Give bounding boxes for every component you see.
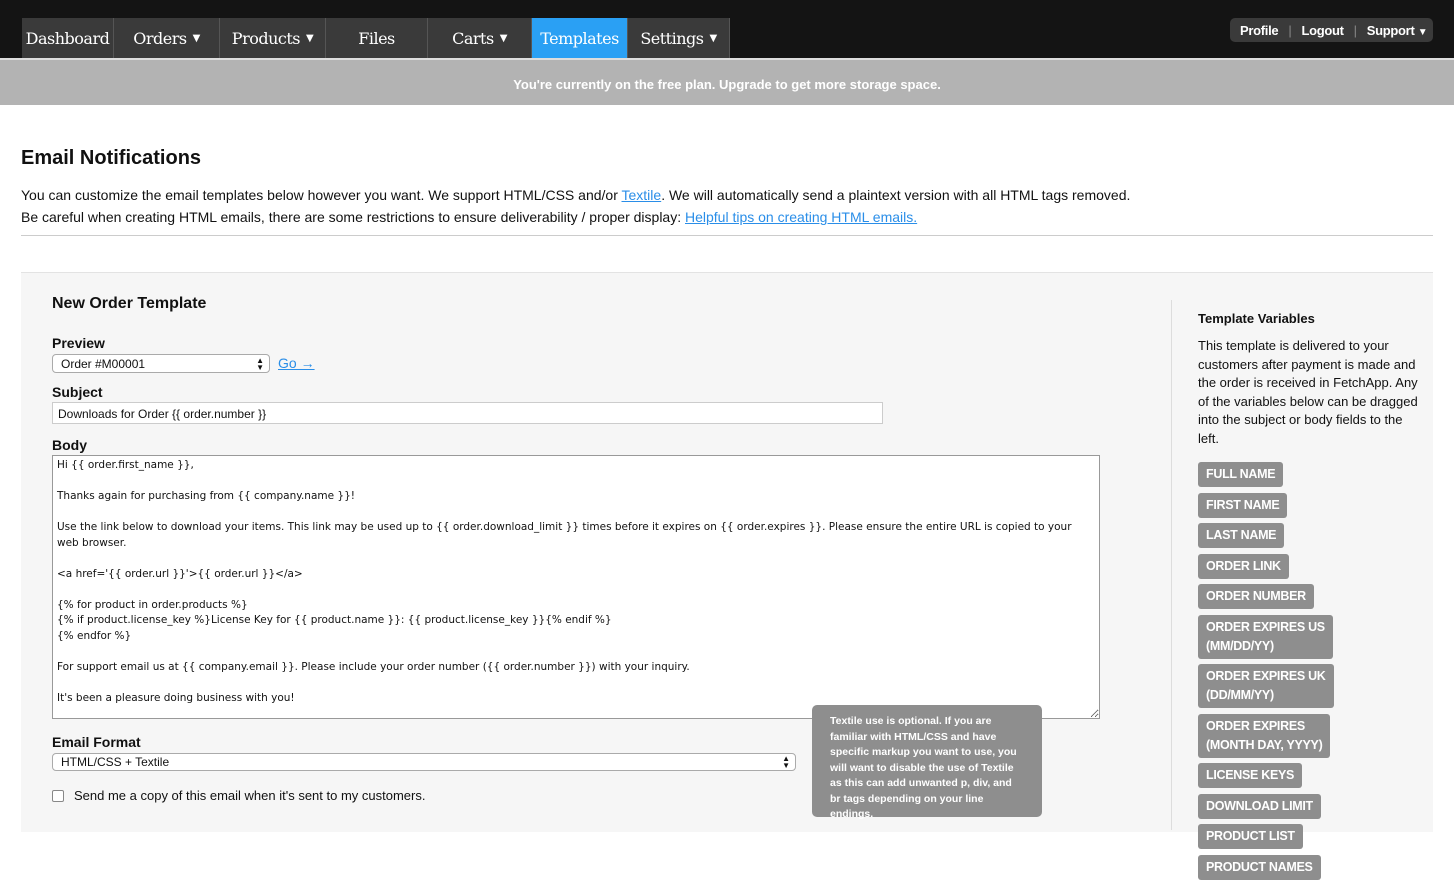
variable-chip[interactable]: DOWNLOAD LIMIT xyxy=(1198,794,1321,819)
subject-input[interactable]: Downloads for Order {{ order.number }} xyxy=(52,402,883,424)
top-navbar: Dashboard Orders ▼ Products ▼ Files Carts ▼ Temp… xyxy=(0,0,1454,58)
nav-tab-label: Files xyxy=(358,29,395,48)
page-title: Email Notifications xyxy=(21,147,201,170)
nav-tab-settings[interactable]: Settings ▼ xyxy=(628,18,730,58)
body-textarea[interactable]: Hi {{ order.first_name }}, Thanks again … xyxy=(52,455,1100,719)
nav-tab-dashboard[interactable]: Dashboard xyxy=(22,18,114,58)
preview-value: Order #M00001 xyxy=(61,357,145,371)
nav-tab-products[interactable]: Products ▼ xyxy=(220,18,326,58)
variable-chip[interactable]: ORDER EXPIRES UK (DD/MM/YY) xyxy=(1198,664,1334,708)
variable-chip[interactable]: ORDER LINK xyxy=(1198,554,1289,579)
nav-tab-label: Templates xyxy=(540,29,619,48)
body-label: Body xyxy=(52,437,87,453)
variable-chip[interactable]: FIRST NAME xyxy=(1198,493,1287,518)
divider xyxy=(21,235,1433,236)
nav-tab-label: Orders xyxy=(133,29,186,48)
preview-label: Preview xyxy=(52,335,105,351)
nav-tab-files[interactable]: Files xyxy=(326,18,428,58)
variable-chip[interactable]: FULL NAME xyxy=(1198,462,1283,487)
profile-link[interactable]: Profile xyxy=(1240,23,1278,38)
nav-tab-label: Settings xyxy=(640,29,703,48)
variable-chip[interactable]: ORDER NUMBER xyxy=(1198,584,1314,609)
separator: | xyxy=(1354,23,1357,38)
caret-down-icon: ▼ xyxy=(306,33,313,44)
nav-tab-label: Carts xyxy=(452,29,494,48)
textile-tooltip: Textile use is optional. If you are fami… xyxy=(812,705,1042,817)
intro-text-1b: . We will automatically send a plaintext… xyxy=(661,187,1130,203)
textile-link[interactable]: Textile xyxy=(622,187,662,203)
intro-text-1: You can customize the email templates be… xyxy=(21,187,622,203)
separator: | xyxy=(1288,23,1291,38)
caret-down-icon: ▼ xyxy=(193,33,200,44)
caret-down-icon: ▼ xyxy=(709,33,716,44)
template-title: New Order Template xyxy=(52,295,206,313)
intro-text: You can customize the email templates be… xyxy=(21,184,1130,228)
variable-chip[interactable]: ORDER EXPIRES (MONTH DAY, YYYY) xyxy=(1198,714,1330,758)
nav-tab-templates[interactable]: Templates xyxy=(532,18,628,58)
nav-tab-orders[interactable]: Orders ▼ xyxy=(114,18,220,58)
intro-text-2: Be careful when creating HTML emails, th… xyxy=(21,209,685,225)
variable-chip[interactable]: PRODUCT NAMES xyxy=(1198,855,1321,880)
select-arrows-icon: ▲▼ xyxy=(782,755,790,769)
preview-select[interactable]: Order #M00001 ▲▼ xyxy=(52,354,270,373)
email-format-value: HTML/CSS + Textile xyxy=(61,755,169,769)
html-tips-link[interactable]: Helpful tips on creating HTML emails. xyxy=(685,209,917,225)
nav-tab-label: Dashboard xyxy=(26,29,110,48)
variable-chip[interactable]: LAST NAME xyxy=(1198,523,1284,548)
subject-label: Subject xyxy=(52,384,103,400)
variable-chip[interactable]: ORDER EXPIRES US (MM/DD/YY) xyxy=(1198,615,1333,659)
support-label: Support xyxy=(1367,23,1415,38)
select-arrows-icon: ▲▼ xyxy=(256,357,264,371)
variable-list: FULL NAME FIRST NAME LAST NAME ORDER LINK OR… xyxy=(1198,462,1334,880)
logout-link[interactable]: Logout xyxy=(1301,23,1343,38)
send-copy-checkbox[interactable] xyxy=(52,790,64,802)
template-variables-title: Template Variables xyxy=(1198,311,1315,326)
caret-down-icon: ▼ xyxy=(500,33,507,44)
email-format-select[interactable]: HTML/CSS + Textile ▲▼ xyxy=(52,753,796,771)
user-menu: Profile | Logout | Support ▼ xyxy=(1230,18,1433,42)
divider xyxy=(1171,300,1172,830)
main-nav: Dashboard Orders ▼ Products ▼ Files Carts ▼ Temp… xyxy=(22,18,730,58)
send-copy-label: Send me a copy of this email when it's s… xyxy=(74,788,425,803)
nav-tab-carts[interactable]: Carts ▼ xyxy=(428,18,532,58)
caret-down-icon: ▼ xyxy=(1418,27,1428,38)
go-link[interactable]: Go → xyxy=(278,355,315,371)
upgrade-banner: You're currently on the free plan. Upgra… xyxy=(0,58,1454,105)
variable-chip[interactable]: PRODUCT LIST xyxy=(1198,824,1303,849)
send-copy-checkbox-row[interactable]: Send me a copy of this email when it's s… xyxy=(52,788,425,803)
support-menu[interactable]: Support ▼ xyxy=(1367,23,1428,38)
template-variables-description: This template is delivered to your custo… xyxy=(1198,337,1423,448)
nav-tab-label: Products xyxy=(232,29,300,48)
email-format-label: Email Format xyxy=(52,734,141,750)
variable-chip[interactable]: LICENSE KEYS xyxy=(1198,763,1302,788)
